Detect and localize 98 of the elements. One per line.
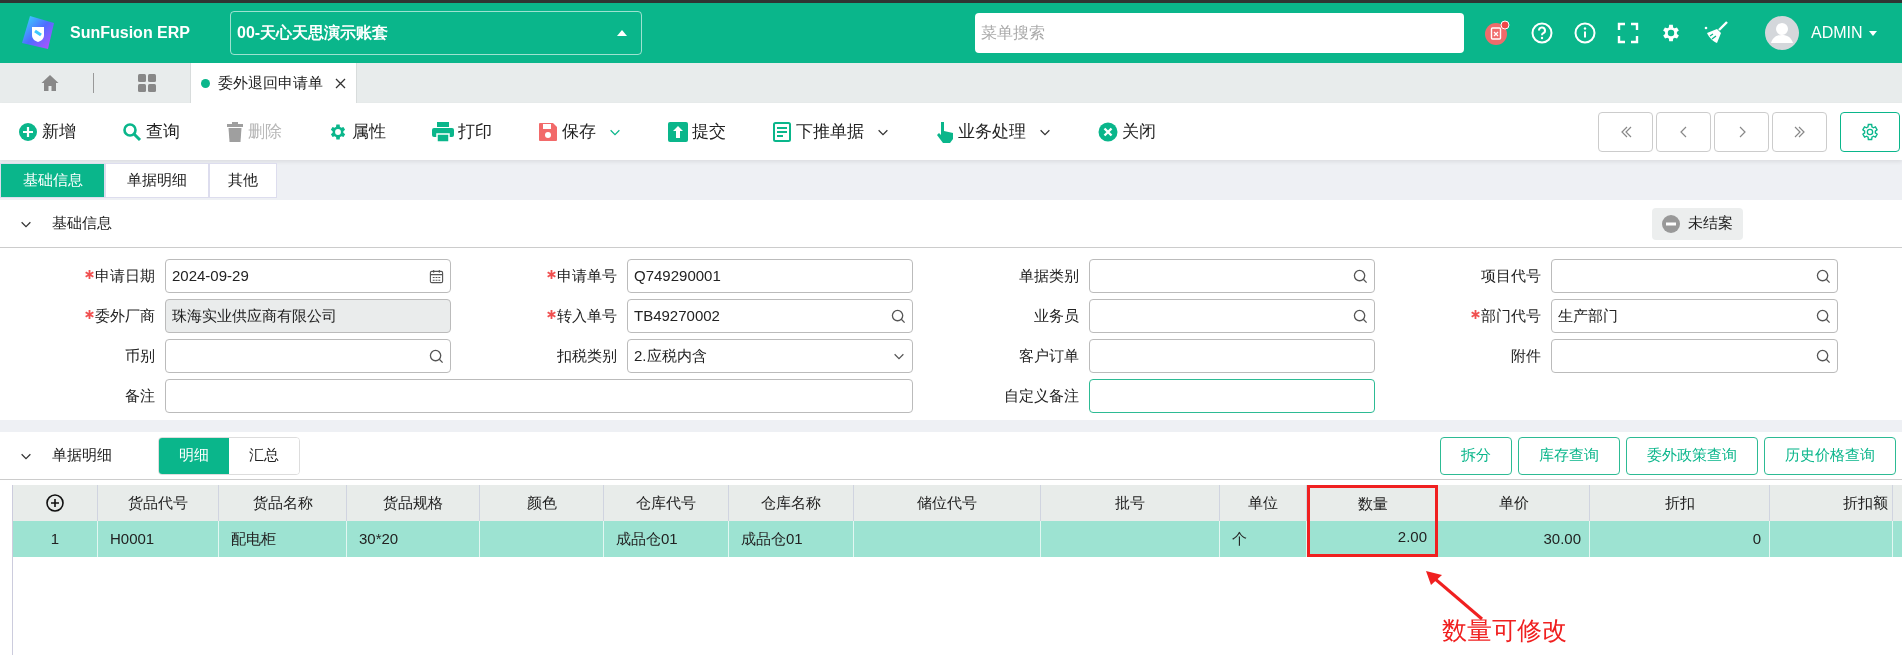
document-icon [772,121,792,142]
field-label: 委外厂商 [85,304,155,328]
broom-icon[interactable] [1703,21,1729,45]
field-label: 单据类别 [1019,265,1079,286]
field-label: 客户订单 [1019,345,1079,366]
field-label: 业务员 [1034,305,1079,326]
toolbar-button[interactable]: 提交 [668,118,726,145]
info-icon[interactable] [1574,22,1596,44]
section-title: 基础信息 [52,213,112,234]
floppy-icon [538,121,558,142]
field-label: 附件 [1511,345,1541,366]
settings-icon[interactable] [1660,22,1682,44]
field-label: 部门代号 [1471,304,1541,328]
field-label: 扣税类别 [557,345,617,366]
app-name: SunFusion ERP [70,23,190,43]
trash-icon [226,121,244,142]
table-cell: 配电柜 [219,521,347,557]
asterisk-icon [547,309,556,319]
toolbar-button[interactable]: 查询 [122,118,180,145]
field-label: 申请单号 [547,264,617,288]
input-field[interactable] [165,379,913,413]
toolbar-button[interactable]: 保存 [538,118,622,145]
asterisk-icon [547,269,556,279]
task-icon[interactable] [1484,20,1510,46]
grid-icon[interactable] [137,73,157,93]
search-icon [429,348,444,364]
asterisk-icon [85,269,94,279]
calendar-icon [429,268,444,284]
field-label: 申请日期 [85,264,155,288]
section-title: 单据明细 [52,445,112,466]
table-cell: H0001 [98,521,219,557]
input-field[interactable] [165,339,451,373]
input-field[interactable] [1089,339,1375,373]
toolbar-button[interactable]: 打印 [432,118,492,145]
fullscreen-icon[interactable] [1617,22,1639,44]
avatar-icon[interactable] [1765,16,1799,50]
help-icon[interactable] [1531,22,1553,44]
caret-icon [1868,30,1877,36]
form-tab[interactable]: 其他 [209,163,277,198]
toolbar-button[interactable]: 下推单据 [772,118,890,145]
input-field[interactable]: TB49270002 [627,299,913,333]
field-label: 转入单号 [547,304,617,328]
asterisk-icon [1471,309,1480,319]
field-label: 自定义备注 [1004,385,1079,406]
settings-icon[interactable] [1840,111,1900,152]
asterisk-icon [85,309,94,319]
search-icon [1816,268,1831,284]
status-dot-icon [201,78,210,88]
toolbar-button[interactable]: 业务处理 [936,118,1052,145]
hand-pointer-icon [936,120,954,143]
table-cell: 30*20 [347,521,480,557]
search-field[interactable]: 菜单搜索 [975,13,1464,53]
toolbar-button[interactable]: 新增 [18,118,76,145]
input-field[interactable]: 2.应税内含 [627,339,913,373]
first-page-icon[interactable] [1598,111,1653,152]
field-label: 项目代号 [1481,265,1541,286]
table-cell: 2.00 [1307,521,1438,557]
search-icon [1353,268,1368,284]
previous-icon[interactable] [1656,111,1711,152]
input-field[interactable]: Q749290001 [627,259,913,293]
search-icon [1816,308,1831,324]
search-icon [1353,308,1368,324]
last-page-icon[interactable] [1772,111,1827,152]
input-field[interactable]: 生产部门 [1551,299,1838,333]
toolbar-button[interactable]: 属性 [328,118,386,145]
input-field[interactable] [1089,379,1375,413]
input-field[interactable]: 2024-09-29 [165,259,451,293]
next-icon[interactable] [1714,111,1769,152]
caret-icon [617,30,627,36]
table-cell: 个 [1220,521,1307,557]
home-icon[interactable] [40,73,60,93]
input-field[interactable] [1089,259,1375,293]
close-icon [1098,121,1118,142]
status-badge: 未结案 [1652,207,1743,240]
input-field[interactable] [1551,259,1838,293]
annotation-text: 数量可修改 [1442,618,1567,643]
page-tab[interactable]: 委外退回申请单 [190,63,357,103]
table-cell: 成品仓01 [604,521,729,557]
table-cell: 0 [1590,521,1770,557]
field-label: 备注 [125,385,155,406]
form-tab[interactable]: 单据明细 [105,163,209,198]
search-icon [122,121,142,142]
add-row-icon[interactable] [46,494,64,512]
minus-circle-icon [1662,214,1680,233]
search-icon [1816,348,1831,364]
search-icon [891,308,906,324]
close-icon[interactable] [335,77,346,89]
table-cell: 成品仓01 [729,521,854,557]
printer-icon [432,121,454,142]
add-icon [18,121,38,142]
field-label: 币别 [125,345,155,366]
table-cell: 30.00 [1438,521,1590,557]
table-row[interactable]: 1 H0001 配电柜 30*20 成品仓01 成品仓01 个 2.00 30.00 0 [13,521,1902,557]
input-field[interactable] [1551,339,1838,373]
upload-icon [668,121,688,142]
toolbar-button[interactable]: 关闭 [1098,118,1156,145]
input-field[interactable] [1089,299,1375,333]
table-cell: 1 [13,521,98,557]
